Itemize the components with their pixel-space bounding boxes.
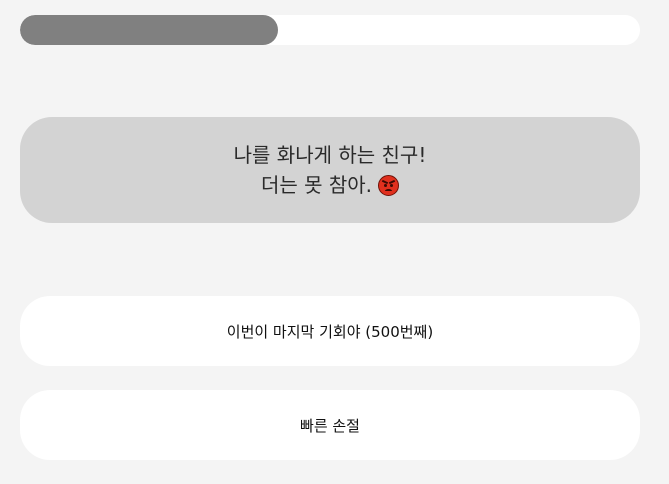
question-line-1: 나를 화나게 하는 친구! (234, 140, 427, 170)
question-text-line-2: 더는 못 참아. (260, 173, 373, 197)
question-card: 나를 화나게 하는 친구! 더는 못 참아. (20, 117, 640, 223)
answer-button-quick-cutoff[interactable]: 빠른 손절 (20, 390, 640, 460)
progress-bar (20, 15, 640, 45)
question-line-2: 더는 못 참아. (260, 170, 400, 200)
question-text-line-1: 나를 화나게 하는 친구! (233, 143, 427, 167)
answer-label: 빠른 손절 (300, 416, 360, 435)
answer-button-last-chance[interactable]: 이번이 마지막 기회야 (500번째) (20, 296, 640, 366)
progress-bar-fill (20, 15, 278, 45)
answer-label: 이번이 마지막 기회야 (500번째) (226, 322, 434, 341)
angry-face-icon (378, 174, 400, 196)
